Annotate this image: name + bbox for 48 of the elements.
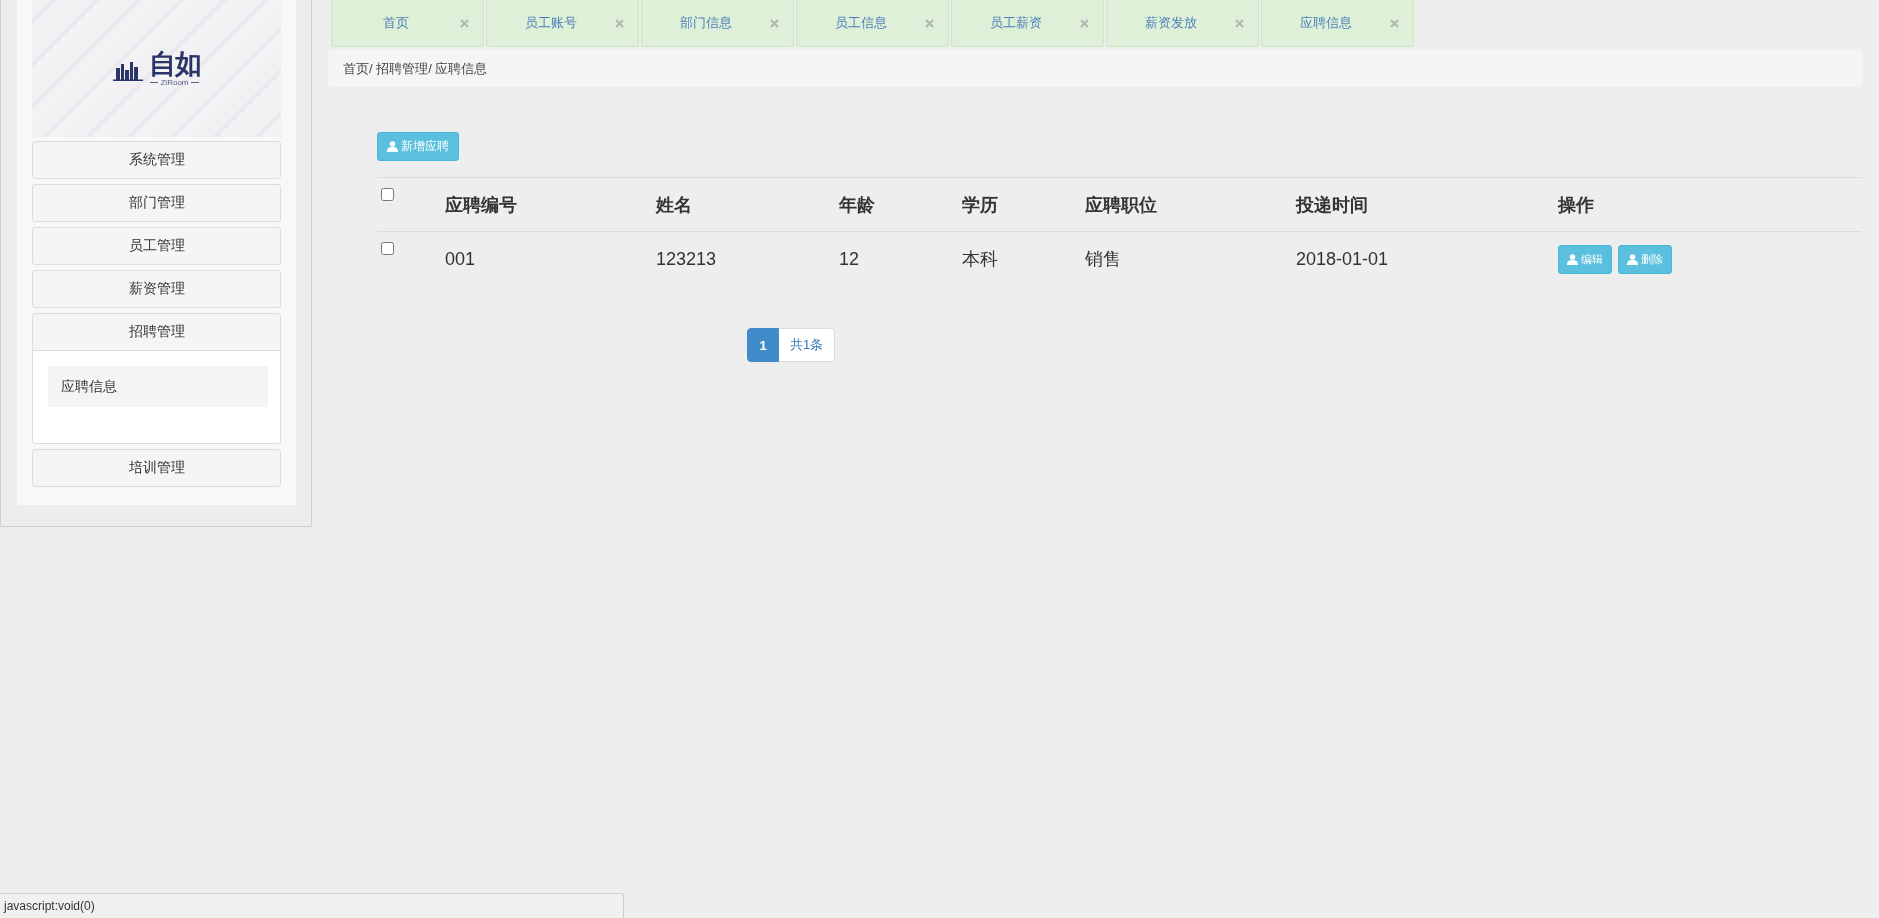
column-header: 投递时间 xyxy=(1296,194,1368,215)
column-header: 应聘编号 xyxy=(445,194,517,215)
add-button[interactable]: 新增应聘 xyxy=(377,132,459,161)
tab[interactable]: 薪资发放 xyxy=(1106,0,1259,47)
close-icon[interactable] xyxy=(615,18,624,28)
action-button[interactable]: 编辑 xyxy=(1558,244,1612,274)
close-icon[interactable] xyxy=(1080,18,1089,28)
user-icon xyxy=(387,141,398,152)
column-header: 应聘职位 xyxy=(1085,194,1157,215)
tab[interactable]: 员工薪资 xyxy=(951,0,1104,47)
close-icon[interactable] xyxy=(770,18,779,28)
menu-item[interactable]: 培训管理 xyxy=(32,449,281,487)
status-bar: javascript:void(0) xyxy=(0,893,624,918)
menu-item[interactable]: 薪资管理 xyxy=(32,270,281,308)
menu-item[interactable]: 部门管理 xyxy=(32,184,281,222)
table-cell: 12 xyxy=(839,248,860,269)
column-header: 学历 xyxy=(962,194,998,215)
logo-subtitle: ZiRoom xyxy=(150,78,199,87)
table-cell: 销售 xyxy=(1085,249,1121,269)
tab[interactable]: 首页 xyxy=(331,0,484,47)
action-button[interactable]: 删除 xyxy=(1618,244,1672,274)
row-checkbox[interactable] xyxy=(381,242,394,255)
tab[interactable]: 员工信息 xyxy=(796,0,949,47)
table-cell: 本科 xyxy=(962,249,998,269)
table-cell: 001 xyxy=(445,248,476,269)
close-icon[interactable] xyxy=(460,18,469,28)
page-button[interactable]: 1 xyxy=(747,328,779,362)
tab[interactable]: 应聘信息 xyxy=(1261,0,1414,47)
table-cell: 2018-01-01 xyxy=(1296,248,1389,269)
tab[interactable]: 部门信息 xyxy=(641,0,794,47)
breadcrumb: 首页/ 招聘管理/ 应聘信息 xyxy=(328,50,1862,87)
close-icon[interactable] xyxy=(1390,18,1399,28)
user-icon xyxy=(1567,253,1578,265)
close-icon[interactable] xyxy=(925,18,934,28)
menu-item[interactable]: 招聘管理 xyxy=(32,313,281,351)
column-header: 姓名 xyxy=(656,194,692,215)
column-header: 操作 xyxy=(1558,194,1594,215)
close-icon[interactable] xyxy=(1235,18,1244,28)
submenu-item[interactable]: 应聘信息 xyxy=(48,366,268,407)
total-count: 共1条 xyxy=(779,328,836,362)
menu-item[interactable]: 员工管理 xyxy=(32,227,281,265)
column-header: 年龄 xyxy=(839,194,875,215)
select-all-checkbox[interactable] xyxy=(381,188,394,201)
table-cell: 123213 xyxy=(656,248,717,269)
user-icon xyxy=(1627,253,1638,265)
tab[interactable]: 员工账号 xyxy=(486,0,639,47)
menu-item[interactable]: 系统管理 xyxy=(32,141,281,179)
logo-text: 自如 xyxy=(148,50,201,78)
